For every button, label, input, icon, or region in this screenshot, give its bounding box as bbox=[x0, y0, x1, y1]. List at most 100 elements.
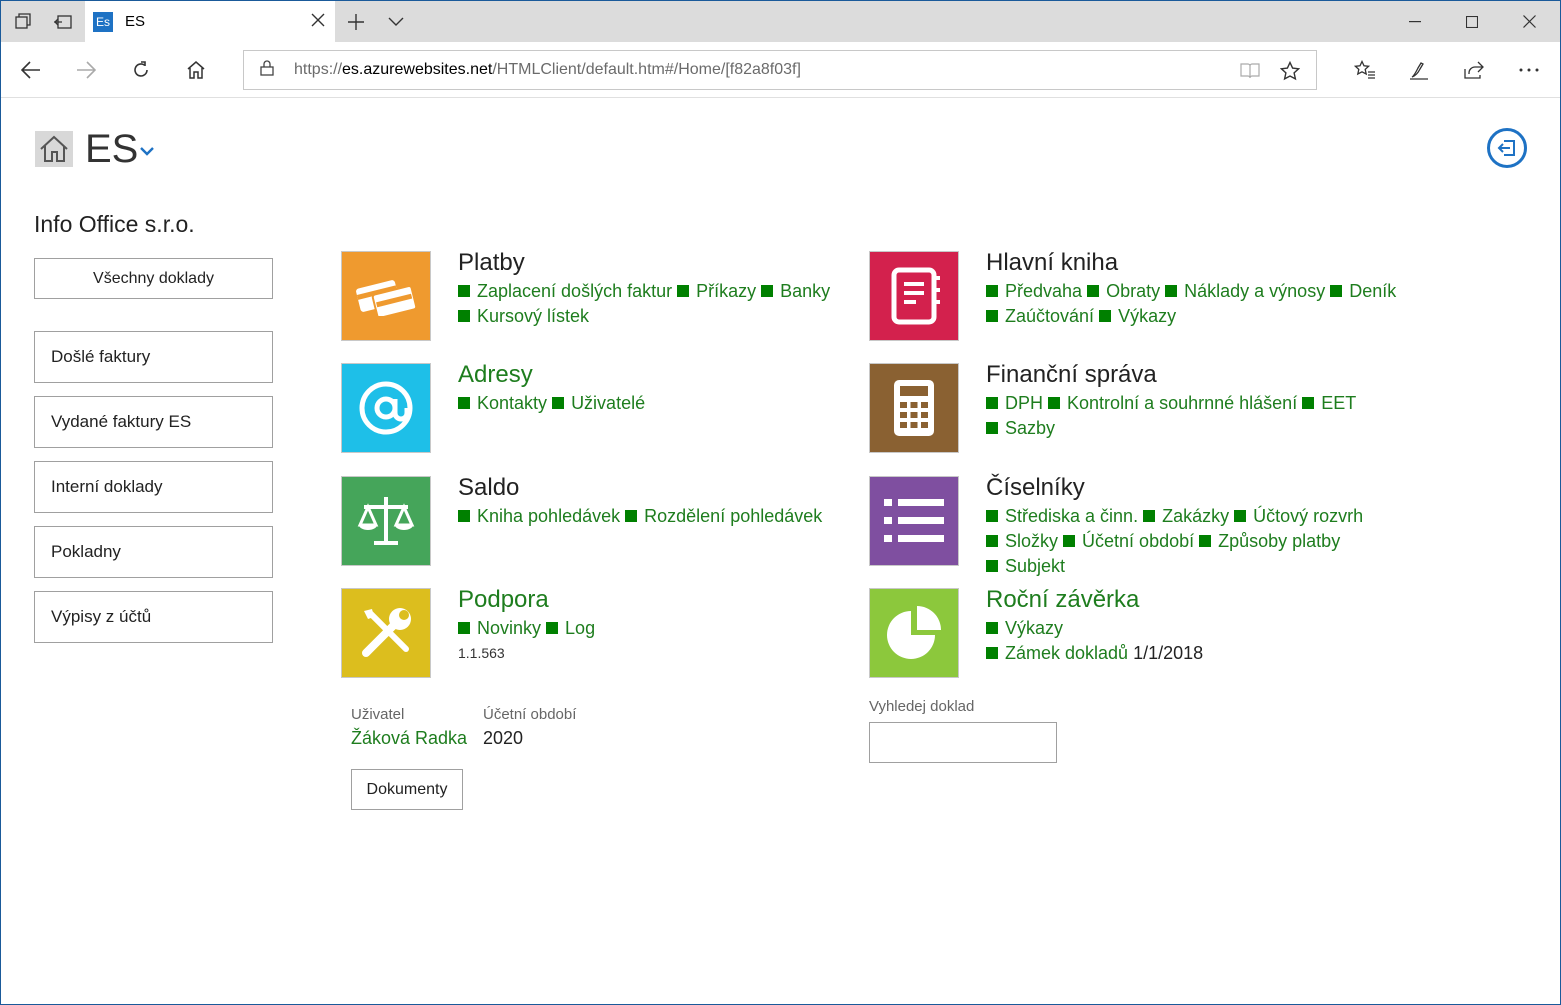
period-label: Účetní období bbox=[483, 706, 577, 723]
link-payment-methods[interactable]: Způsoby platby bbox=[1199, 531, 1340, 551]
logout-icon[interactable] bbox=[1487, 128, 1527, 168]
search-label: Vyhledej doklad bbox=[869, 698, 975, 715]
all-documents-button[interactable]: Všechny doklady bbox=[34, 258, 273, 299]
app-menu-chevron-icon[interactable] bbox=[139, 143, 155, 161]
reading-view-icon[interactable] bbox=[1238, 59, 1262, 83]
tab-manager-icon[interactable] bbox=[3, 1, 43, 42]
payment-cards-icon[interactable] bbox=[341, 251, 431, 341]
link-document-lock[interactable]: Zámek dokladů bbox=[986, 643, 1128, 663]
link-receivables-book[interactable]: Kniha pohledávek bbox=[458, 506, 620, 526]
link-chart-of-accounts[interactable]: Účtový rozvrh bbox=[1234, 506, 1363, 526]
version-text: 1.1.563 bbox=[458, 645, 505, 661]
sidebar-item-bank-statements[interactable]: Výpisy z účtů bbox=[34, 591, 273, 643]
link-receivables-split[interactable]: Rozdělení pohledávek bbox=[625, 506, 822, 526]
page-content: ES Info Office s.r.o. Všechny doklady Do… bbox=[1, 99, 1560, 1004]
link-cost-centers[interactable]: Střediska a činn. bbox=[986, 506, 1138, 526]
home-icon[interactable] bbox=[176, 50, 216, 90]
tile-links: Předvaha Obraty Náklady a výnosy Deník Z… bbox=[986, 279, 1406, 329]
close-icon[interactable] bbox=[311, 11, 325, 32]
documents-button[interactable]: Dokumenty bbox=[351, 769, 463, 810]
sidebar-item-internal-documents[interactable]: Interní doklady bbox=[34, 461, 273, 513]
notebook-icon[interactable] bbox=[869, 251, 959, 341]
tile-title: Saldo bbox=[458, 474, 520, 501]
refresh-icon[interactable] bbox=[121, 50, 161, 90]
link-contacts[interactable]: Kontakty bbox=[458, 393, 547, 413]
link-banks[interactable]: Banky bbox=[761, 281, 830, 301]
link-accounting-periods[interactable]: Účetní období bbox=[1063, 531, 1194, 551]
app-home-icon[interactable] bbox=[35, 131, 73, 167]
link-orders[interactable]: Příkazy bbox=[677, 281, 756, 301]
link-exchange-rates[interactable]: Kursový lístek bbox=[458, 306, 589, 326]
tab-title: ES bbox=[125, 13, 146, 30]
pie-chart-icon[interactable] bbox=[869, 588, 959, 678]
tile-title[interactable]: Roční závěrka bbox=[986, 586, 1139, 614]
more-options-icon[interactable] bbox=[1509, 50, 1549, 90]
window-close-icon[interactable] bbox=[1500, 1, 1558, 42]
share-icon[interactable] bbox=[1454, 50, 1494, 90]
navigation-bar: https://es.azurewebsites.net/HTMLClient/… bbox=[1, 42, 1560, 98]
pen-icon[interactable] bbox=[1399, 50, 1439, 90]
tile-title: Číselníky bbox=[986, 474, 1085, 501]
tile-links: Výkazy Zámek dokladů 1/1/2018 bbox=[986, 616, 1406, 666]
tile-title: Platby bbox=[458, 249, 525, 276]
link-vat[interactable]: DPH bbox=[986, 393, 1043, 413]
link-news[interactable]: Novinky bbox=[458, 618, 541, 638]
link-eet[interactable]: EET bbox=[1302, 393, 1356, 413]
favorites-list-icon[interactable] bbox=[1345, 50, 1385, 90]
link-subject[interactable]: Subjekt bbox=[986, 556, 1065, 576]
tile-title: Finanční správa bbox=[986, 361, 1157, 388]
browser-window: Es ES https://es.azurewebsites.net/HTMLC… bbox=[0, 0, 1561, 1005]
link-rates[interactable]: Sazby bbox=[986, 418, 1055, 438]
user-name-link[interactable]: Žáková Radka bbox=[351, 728, 467, 749]
tile-links: DPH Kontrolní a souhrnné hlášení EET Saz… bbox=[986, 391, 1406, 441]
link-users[interactable]: Uživatelé bbox=[552, 393, 645, 413]
lock-date: 1/1/2018 bbox=[1133, 643, 1204, 663]
favorite-star-icon[interactable] bbox=[1278, 59, 1302, 83]
address-bar[interactable]: https://es.azurewebsites.net/HTMLClient/… bbox=[243, 50, 1317, 90]
link-reports[interactable]: Výkazy bbox=[1099, 306, 1176, 326]
back-arrow-icon[interactable] bbox=[11, 50, 51, 90]
at-sign-icon[interactable] bbox=[341, 363, 431, 453]
tab-favicon: Es bbox=[93, 11, 113, 32]
tile-title: Hlavní kniha bbox=[986, 249, 1119, 276]
forward-arrow-icon[interactable] bbox=[66, 50, 106, 90]
link-trial-balance[interactable]: Předvaha bbox=[986, 281, 1082, 301]
maximize-icon[interactable] bbox=[1443, 1, 1501, 42]
minimize-icon[interactable] bbox=[1386, 1, 1444, 42]
tab-active[interactable]: Es ES bbox=[85, 1, 335, 42]
search-document-input[interactable] bbox=[869, 722, 1057, 763]
new-tab-icon[interactable] bbox=[336, 1, 376, 42]
tile-links: Střediska a činn. Zakázky Účtový rozvrh … bbox=[986, 504, 1406, 579]
scales-icon[interactable] bbox=[341, 476, 431, 566]
tile-links: Kniha pohledávek Rozdělení pohledávek bbox=[458, 504, 878, 529]
sidebar-item-cash-desks[interactable]: Pokladny bbox=[34, 526, 273, 578]
set-tabs-aside-icon[interactable] bbox=[43, 1, 83, 42]
app-title: ES bbox=[85, 127, 139, 171]
company-name: Info Office s.r.o. bbox=[34, 211, 195, 237]
list-icon[interactable] bbox=[869, 476, 959, 566]
tile-title[interactable]: Adresy bbox=[458, 361, 533, 389]
link-folders[interactable]: Složky bbox=[986, 531, 1058, 551]
sidebar-item-received-invoices[interactable]: Došlé faktury bbox=[34, 331, 273, 383]
sidebar-item-issued-invoices[interactable]: Vydané faktury ES bbox=[34, 396, 273, 448]
lock-icon bbox=[260, 60, 280, 80]
tile-title[interactable]: Podpora bbox=[458, 586, 549, 614]
link-paid-invoices[interactable]: Zaplacení došlých faktur bbox=[458, 281, 672, 301]
link-costs-revenues[interactable]: Náklady a výnosy bbox=[1165, 281, 1325, 301]
link-control-report[interactable]: Kontrolní a souhrnné hlášení bbox=[1048, 393, 1297, 413]
link-contracts[interactable]: Zakázky bbox=[1143, 506, 1229, 526]
tools-icon[interactable] bbox=[341, 588, 431, 678]
link-journal[interactable]: Deník bbox=[1330, 281, 1396, 301]
link-annual-reports[interactable]: Výkazy bbox=[986, 618, 1063, 638]
link-posting[interactable]: Zaúčtování bbox=[986, 306, 1094, 326]
tile-links: Zaplacení došlých faktur Příkazy Banky K… bbox=[458, 279, 878, 329]
tab-bar: Es ES bbox=[1, 1, 1560, 42]
user-label: Uživatel bbox=[351, 706, 405, 723]
period-value: 2020 bbox=[483, 728, 524, 748]
link-turnovers[interactable]: Obraty bbox=[1087, 281, 1160, 301]
calculator-icon[interactable] bbox=[869, 363, 959, 453]
link-log[interactable]: Log bbox=[546, 618, 595, 638]
tile-links: Novinky Log bbox=[458, 616, 878, 641]
url-text: https://es.azurewebsites.net/HTMLClient/… bbox=[294, 61, 801, 78]
chevron-down-icon[interactable] bbox=[376, 1, 416, 42]
